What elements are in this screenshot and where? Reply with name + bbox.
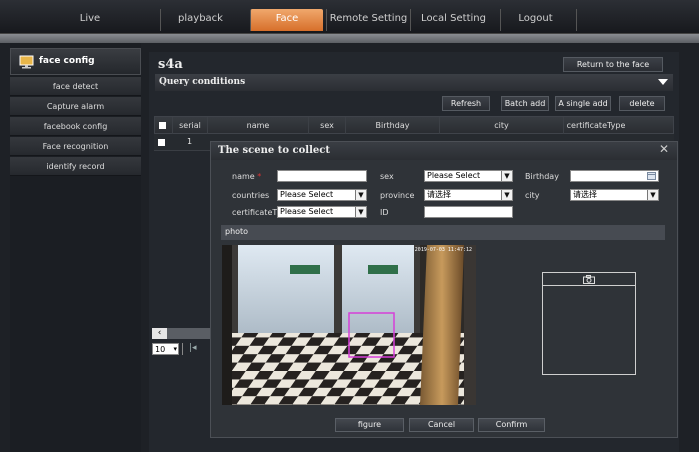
figure-button[interactable]: figure [335, 418, 404, 432]
table-header: serial name sex Birthday city certificat… [154, 116, 674, 134]
photo-label: photo [225, 227, 249, 236]
name-label: name * [232, 171, 261, 182]
chevron-down-icon: ▾ [173, 345, 177, 353]
nav-playback[interactable]: playback [160, 9, 240, 31]
select-all-checkbox-cell [155, 117, 173, 134]
sex-select-value: Please Select [427, 171, 481, 180]
sidebar-item-identify-record[interactable]: identify record [10, 157, 141, 176]
confirm-button[interactable]: Confirm [478, 418, 545, 432]
pager-divider [182, 343, 183, 355]
nav-local-setting[interactable]: Local Setting [410, 9, 496, 31]
query-conditions-title: Query conditions [159, 77, 246, 87]
province-label: province [380, 191, 415, 200]
countries-label: countries [232, 191, 270, 200]
select-all-checkbox[interactable] [159, 122, 166, 129]
frame-right [414, 245, 420, 345]
col-birthday[interactable]: Birthday [346, 117, 440, 134]
single-add-button[interactable]: A single add [555, 96, 611, 111]
page-size-select[interactable]: 10 ▾ [152, 343, 179, 355]
first-page-icon[interactable]: |◂ [189, 343, 197, 353]
col-city[interactable]: city [440, 117, 564, 134]
id-input[interactable] [424, 206, 513, 218]
chevron-down-icon: ▼ [647, 190, 658, 200]
camera-preview[interactable]: 2019-07-03 11:47:12 [222, 245, 476, 405]
required-asterisk: * [254, 172, 262, 181]
calendar-icon[interactable] [647, 172, 656, 180]
horizontal-scrollbar[interactable]: ‹ [152, 328, 212, 339]
nav-remote-setting[interactable]: Remote Setting [326, 9, 410, 31]
nav-live[interactable]: Live [20, 9, 160, 31]
sidebar-item-facebook-config[interactable]: facebook config [10, 117, 141, 136]
city-select-value: 请选择 [573, 190, 597, 199]
id-label: ID [380, 208, 389, 217]
thumbnail-header [543, 273, 635, 286]
cancel-button[interactable]: Cancel [409, 418, 474, 432]
birthday-input[interactable] [570, 170, 659, 182]
province-select[interactable]: 请选择 ▼ [424, 189, 513, 201]
query-conditions-bar[interactable]: Query conditions [155, 74, 673, 91]
page-size-value: 10 [155, 345, 166, 354]
wall-right [464, 245, 476, 405]
sidebar-item-capture-alarm[interactable]: Capture alarm [10, 97, 141, 116]
frame-left [232, 245, 238, 345]
wall-sign-left [290, 265, 320, 274]
sex-label: sex [380, 172, 394, 181]
certificate-type-select-value: Please Select [280, 207, 334, 216]
face-thumbnail-box [542, 272, 636, 375]
photo-section-header: photo [221, 225, 665, 240]
name-label-text: name [232, 172, 255, 181]
countries-select-value: Please Select [280, 190, 334, 199]
sidebar: face config face detect Capture alarm fa… [10, 43, 141, 452]
row-serial: 1 [186, 137, 193, 146]
header-strip [0, 34, 699, 43]
camera-icon[interactable] [583, 275, 595, 284]
top-navigation-bar: Live playback Face Remote Setting Local … [0, 0, 699, 34]
row-checkbox[interactable] [158, 139, 165, 146]
sex-select[interactable]: Please Select ▼ [424, 170, 513, 182]
col-name[interactable]: name [208, 117, 309, 134]
scene-collect-dialog: The scene to collect ✕ name * sex Please… [210, 141, 678, 438]
chevron-down-icon: ▼ [501, 171, 512, 181]
close-icon[interactable]: ✕ [659, 142, 669, 156]
window-right [340, 245, 416, 340]
sidebar-header: face config [10, 48, 141, 75]
chevron-down-icon: ▼ [355, 207, 366, 217]
delete-button[interactable]: delete [619, 96, 665, 111]
monitor-icon [19, 55, 34, 69]
sidebar-title: face config [39, 56, 95, 66]
nav-divider [576, 9, 577, 31]
name-input[interactable] [277, 170, 367, 182]
sidebar-item-face-recognition[interactable]: Face recognition [10, 137, 141, 156]
collapse-arrow-icon[interactable] [658, 79, 668, 86]
batch-add-button[interactable]: Batch add [501, 96, 549, 111]
wall-sign-right [368, 265, 398, 274]
city-select[interactable]: 请选择 ▼ [570, 189, 659, 201]
sidebar-item-face-detect[interactable]: face detect [10, 77, 141, 96]
camera-timestamp: 2019-07-03 11:47:12 [415, 247, 472, 253]
col-certificate-type[interactable]: certificateType [564, 117, 628, 134]
nav-logout[interactable]: Logout [500, 9, 570, 31]
frame-middle [334, 245, 342, 345]
certificate-type-select[interactable]: Please Select ▼ [277, 206, 367, 218]
pillar [420, 245, 464, 405]
dialog-title: The scene to collect [218, 145, 330, 156]
nav-face[interactable]: Face [250, 9, 323, 31]
chevron-down-icon: ▼ [501, 190, 512, 200]
chevron-down-icon: ▼ [355, 190, 366, 200]
city-label: city [525, 191, 540, 200]
col-serial[interactable]: serial [173, 117, 208, 134]
birthday-label: Birthday [525, 172, 559, 181]
page-title: s4a [158, 57, 183, 72]
scroll-left-icon[interactable]: ‹ [152, 328, 167, 339]
certificate-type-label: certificateT [232, 208, 278, 217]
province-select-value: 请选择 [427, 190, 451, 199]
return-to-face-button[interactable]: Return to the face [563, 57, 663, 72]
window-left [236, 245, 336, 340]
door-edge-left [222, 245, 232, 405]
dialog-title-bar: The scene to collect ✕ [211, 142, 677, 160]
refresh-button[interactable]: Refresh [442, 96, 490, 111]
countries-select[interactable]: Please Select ▼ [277, 189, 367, 201]
col-sex[interactable]: sex [309, 117, 346, 134]
